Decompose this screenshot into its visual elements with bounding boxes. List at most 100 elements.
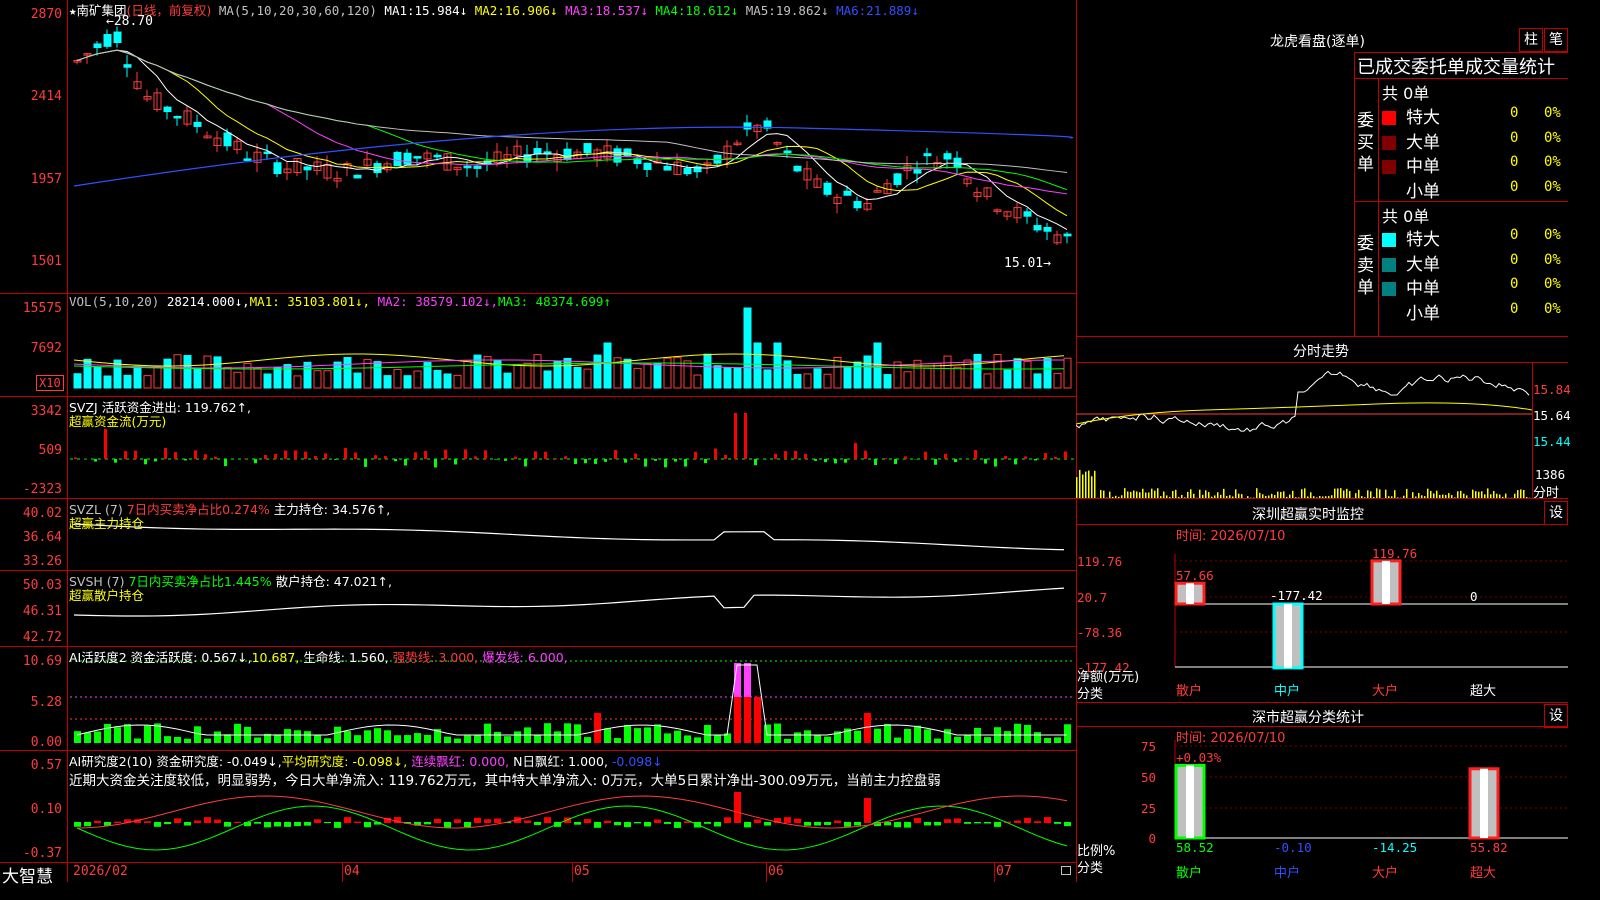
lock-icon[interactable] [1061,866,1071,875]
vol-axis-tick: 7692 [30,341,62,356]
activity-bar [254,737,261,743]
favorite-star-icon[interactable]: ★ [69,3,77,18]
candle [1023,211,1032,217]
svzl-axis-tick: 36.64 [22,530,62,545]
activity-bar [774,723,781,743]
research-bar [144,821,151,823]
money-flow-bar [1024,456,1027,459]
research-bar [604,820,611,823]
fenshi-axis-tick: 15.44 [1533,434,1571,449]
monitor-settings-button[interactable]: 设 [1544,501,1568,525]
activity-bar [894,737,901,743]
volume-bar [993,354,1002,389]
activity-bar [494,731,501,743]
research-bar [84,822,91,827]
lhb-divider [1354,52,1355,336]
research-bar [984,822,991,824]
volume-bar [943,355,952,389]
money-flow-bar [1054,456,1057,459]
money-flow-bar [774,453,777,459]
classify-axis-tick: 50 [1141,770,1156,785]
activity-bar [214,731,221,743]
bar-value-label: 55.82 [1470,840,1508,855]
brand-logo: 大智慧 [2,867,53,887]
bar-value-label: -177.42 [1270,588,1323,603]
money-flow-bar [344,448,347,459]
research-bar [714,822,721,827]
research-bar [944,819,951,823]
volume-bar [433,369,442,389]
bar-value-label: 0 [1470,589,1478,604]
volume-bar [273,367,282,389]
bar-value-label: 119.76 [1372,546,1417,561]
intraday-avg-line [1076,402,1532,425]
tick-mode-button[interactable]: 笔 [1544,28,1568,52]
order-count: 0 [1510,276,1519,292]
volume-bar [723,367,732,389]
order-size: 中单 [1406,157,1440,177]
volume-bar [633,367,642,389]
volume-bar [253,367,262,389]
candle [113,31,122,44]
volume-bar [203,355,212,389]
money-flow-bar [584,459,587,464]
intraday-vol-bar [1376,488,1378,498]
money-flow-bar [74,457,77,459]
volume-bar [553,360,562,389]
money-flow-bar [754,459,757,466]
volume-bar [1003,369,1012,389]
research-bar [94,820,101,823]
research-bar [674,822,681,828]
activity-bar [394,735,401,743]
money-flow-bar [434,459,437,468]
kline-chart-area[interactable] [0,0,1076,882]
volume-bar [743,307,752,389]
activity-bar [884,723,891,743]
money-flow-bar [894,459,897,464]
order-count: 0 [1510,154,1519,170]
money-flow-bar [454,459,457,465]
monitor-title: 深圳超赢实时监控 [1252,507,1364,523]
candle [243,158,252,161]
candle [543,151,552,154]
activity-bar [604,728,611,743]
svzj-axis-tick: 509 [38,443,62,458]
intraday-vol-bar [1475,491,1477,498]
money-flow-bar [594,459,597,464]
activity-bar [1034,732,1041,743]
ma-params: MA(5,10,20,30,60,120) [218,3,377,18]
activity-bar [164,736,171,743]
volume-bar [733,367,742,389]
classify-settings-button[interactable]: 设 [1544,704,1568,728]
volume-bar [683,360,692,389]
intraday-vol-bar [1157,488,1159,498]
volume-bar [243,362,252,389]
intraday-vol-bar [1517,490,1519,498]
activity-bar [654,724,661,743]
money-flow-bar [674,459,677,462]
volume-bar [593,354,602,389]
monitor-axis-tick: 20.7 [1077,590,1107,605]
activity-bar [1054,737,1061,743]
intraday-vol-bar [1082,474,1084,498]
activity-bar [194,726,201,743]
sell-row: 中单 [1382,274,1440,299]
activity-bar [954,736,961,743]
activity-bar [924,729,931,743]
research-bar [364,822,371,828]
intraday-chart[interactable] [1076,362,1532,498]
intraday-vol-bar [1100,490,1102,498]
activity-bar [444,736,451,743]
intraday-vol-bar [1358,489,1360,498]
research-bar [824,822,831,825]
money-flow-bar [304,451,307,459]
bar-mode-button[interactable]: 柱 [1519,28,1543,52]
svsh-axis-tick: 50.03 [22,578,62,593]
research-bar [114,821,121,823]
activity-bar [634,728,641,743]
order-size: 小单 [1406,303,1440,324]
research-bar [854,822,861,826]
buy-row: 中单 [1382,152,1440,177]
intraday-vol-bar [1124,488,1126,498]
money-flow-bar [394,459,397,462]
